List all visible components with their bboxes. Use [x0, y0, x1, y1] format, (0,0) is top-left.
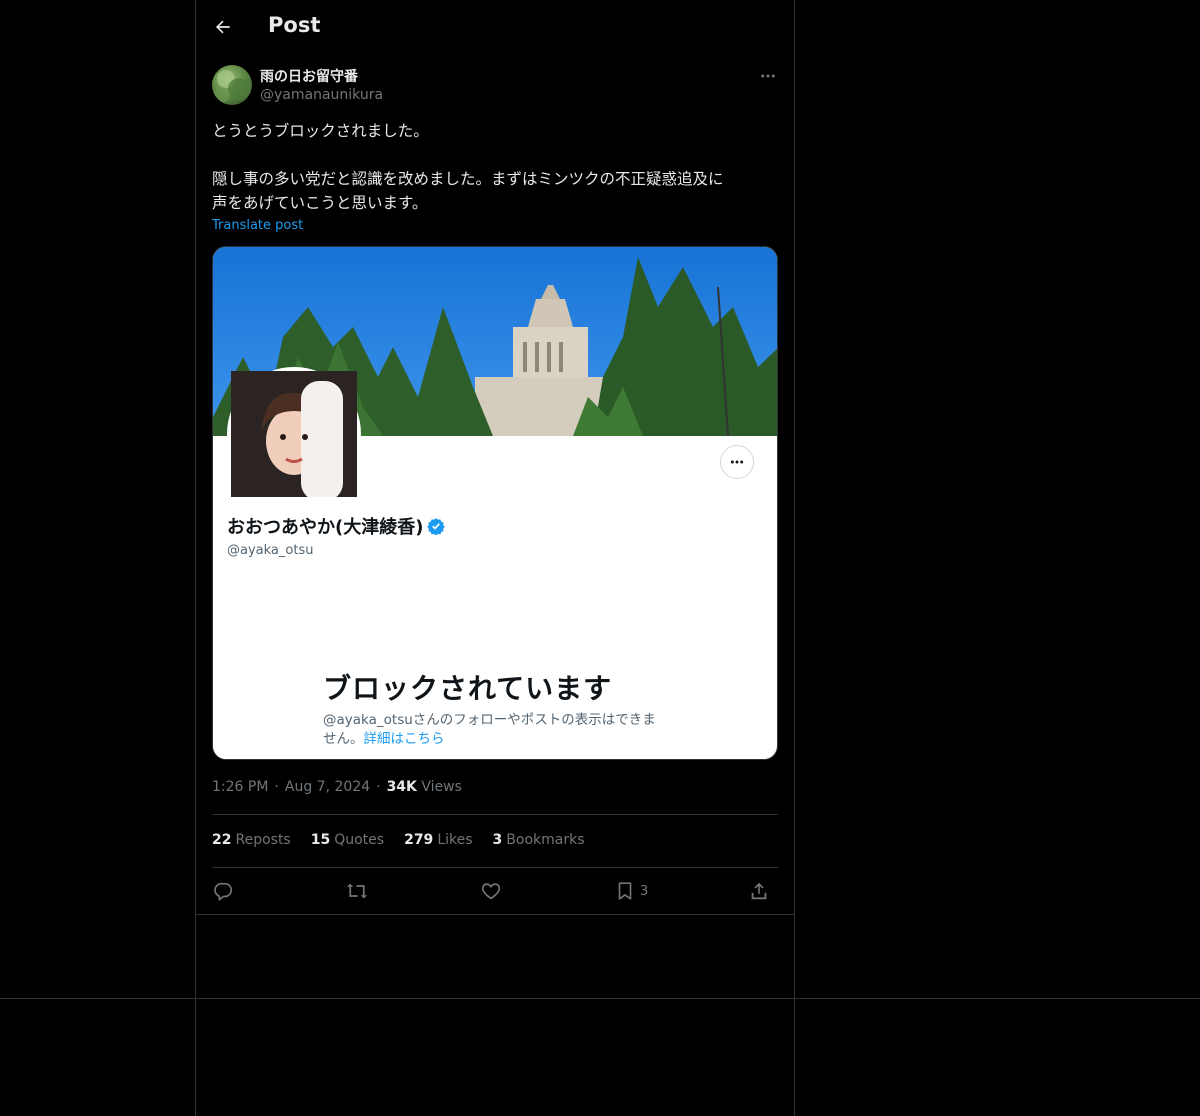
post-time[interactable]: 1:26 PM	[212, 779, 268, 795]
back-button[interactable]	[208, 12, 238, 42]
stats-divider	[212, 867, 778, 868]
post-date[interactable]: Aug 7, 2024	[285, 779, 370, 795]
reposts-stat[interactable]: 22 Reposts	[212, 832, 291, 848]
page-title: Post	[268, 13, 321, 37]
post-line: 隠し事の多い党だと認識を改めました。まずはミンツクの不正疑惑追及に	[212, 170, 724, 188]
blocked-description: @ayaka_otsuさんのフォローやポストの表示はできません。詳細はこちら	[323, 711, 668, 749]
blocked-user-name: おおつあやか(大津綾香)	[227, 513, 446, 539]
heart-icon	[481, 883, 501, 900]
author-display-name[interactable]: 雨の日お留守番	[260, 66, 358, 86]
share-button[interactable]	[748, 876, 770, 906]
stat-label: Quotes	[334, 832, 385, 848]
stat-count: 3	[492, 832, 503, 848]
blocked-title: ブロックされています	[323, 672, 613, 705]
arrow-left-icon	[216, 20, 230, 34]
learn-more-text: 詳細はこちら	[363, 731, 445, 747]
bookmark-icon	[618, 882, 632, 900]
author-avatar[interactable]	[212, 65, 252, 105]
action-bar: 3	[212, 876, 778, 906]
views-label: Views	[421, 779, 462, 795]
meta-divider	[212, 814, 778, 815]
bookmarks-stat[interactable]: 3 Bookmarks	[493, 832, 585, 848]
main-column: Post 雨の日お留守番 @yamanaunikura とうとうブロックされまし…	[195, 0, 795, 1116]
likes-stat[interactable]: 279 Likes	[404, 832, 472, 848]
author-handle[interactable]: @yamanaunikura	[260, 87, 383, 103]
stat-label: Likes	[437, 832, 473, 848]
repost-button[interactable]	[346, 876, 368, 906]
post-line: 声をあげていこうと思います。	[212, 194, 428, 212]
post-line: とうとうブロックされました。	[212, 122, 429, 140]
engagement-stats: 22 Reposts 15 Quotes 279 Likes 3 Bookmarks	[212, 832, 585, 848]
stat-label: Reposts	[235, 832, 291, 848]
blocked-user-handle: @ayaka_otsu	[227, 543, 314, 558]
post-text: とうとうブロックされました。 隠し事の多い党だと認識を改めました。まずはミンツク…	[212, 119, 780, 215]
blocked-user-avatar	[227, 367, 361, 501]
post-line	[212, 143, 780, 167]
bookmark-count: 3	[640, 883, 649, 899]
quotes-stat[interactable]: 15 Quotes	[311, 832, 384, 848]
verified-badge-icon	[427, 518, 446, 535]
stat-label: Bookmarks	[506, 832, 585, 848]
meta-separator: ·	[376, 779, 381, 795]
post-meta: 1:26 PM · Aug 7, 2024 · 34K Views	[212, 779, 462, 795]
blocked-user-name-text: おおつあやか(大津綾香)	[227, 517, 424, 538]
stat-count: 279	[404, 832, 434, 848]
repost-icon	[346, 883, 368, 899]
post-bottom-divider	[196, 914, 794, 915]
bookmark-button[interactable]: 3	[614, 876, 648, 906]
share-icon	[751, 882, 767, 900]
stat-count: 15	[310, 832, 331, 848]
reply-icon	[214, 882, 233, 901]
more-horizontal-icon	[761, 74, 775, 78]
post-more-button[interactable]	[756, 64, 780, 88]
views-count[interactable]: 34K Views	[387, 779, 462, 795]
like-button[interactable]	[480, 876, 502, 906]
meta-separator: ·	[274, 779, 279, 795]
stat-count: 22	[212, 832, 232, 848]
card-more-icon	[720, 445, 754, 479]
views-number: 34K	[386, 779, 417, 795]
reply-button[interactable]	[212, 876, 234, 906]
page-header: Post	[196, 0, 794, 55]
translate-post-link[interactable]: Translate post	[212, 218, 303, 233]
post-image[interactable]: おおつあやか(大津綾香) @ayaka_otsu ブロックされています @aya…	[212, 246, 778, 760]
